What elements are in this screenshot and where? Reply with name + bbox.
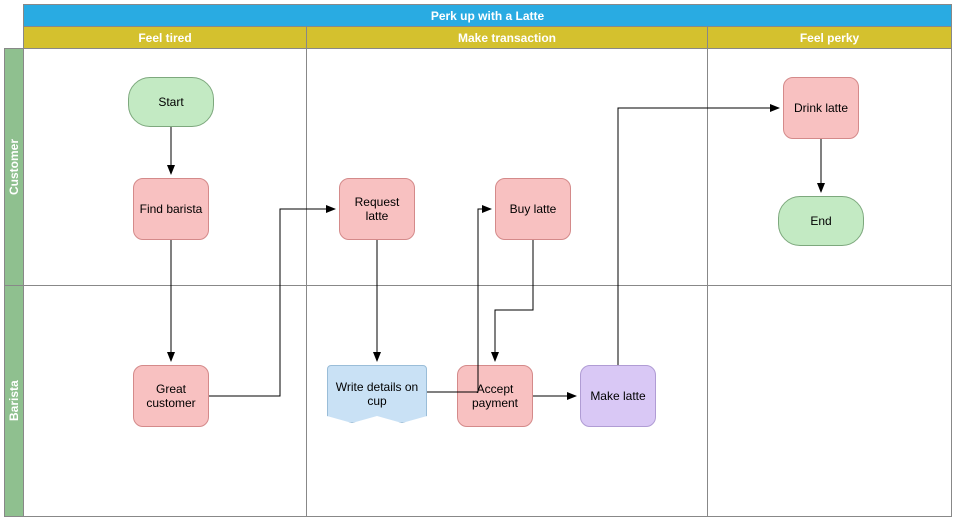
phase-header-0: Feel tired	[23, 26, 307, 50]
node-request-latte: Request latte	[339, 178, 415, 240]
node-end: End	[778, 196, 864, 246]
node-make-latte: Make latte	[580, 365, 656, 427]
lane-label-0: Customer	[4, 48, 24, 286]
phase-header-2: Feel perky	[707, 26, 952, 50]
node-buy-latte: Buy latte	[495, 178, 571, 240]
node-great-customer: Great customer	[133, 365, 209, 427]
node-start: Start	[128, 77, 214, 127]
node-accept-payment: Accept payment	[457, 365, 533, 427]
phase-header-1: Make transaction	[306, 26, 708, 50]
node-find-barista: Find barista	[133, 178, 209, 240]
cell	[306, 48, 708, 286]
diagram-title: Perk up with a Latte	[23, 4, 952, 28]
node-drink-latte: Drink latte	[783, 77, 859, 139]
lane-label-1: Barista	[4, 285, 24, 517]
cell	[707, 285, 952, 517]
node-write-details: Write details on cup	[327, 365, 427, 423]
swimlane-diagram: Perk up with a Latte Feel tired Make tra…	[0, 0, 955, 522]
